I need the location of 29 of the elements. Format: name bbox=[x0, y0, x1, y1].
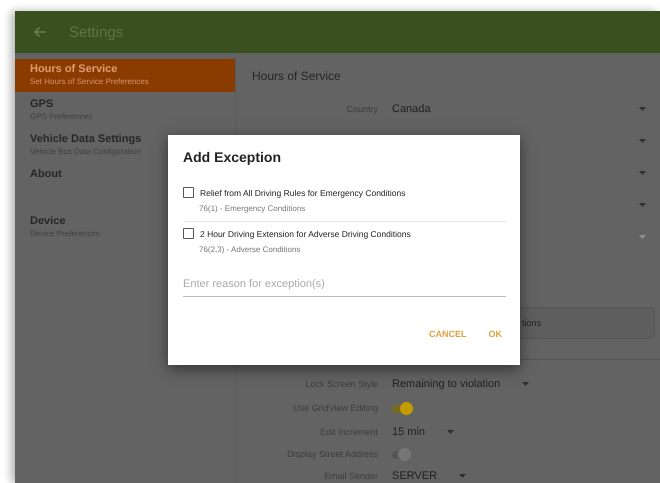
dropdown-caret-icon[interactable] bbox=[522, 382, 530, 386]
dropdown-caret-icon[interactable] bbox=[639, 139, 646, 143]
section-heading: Hours of Service bbox=[252, 69, 342, 83]
option-title: Relief from All Driving Rules for Emergency Conditions bbox=[200, 188, 406, 198]
setting-value[interactable]: Remaining to violation bbox=[392, 378, 500, 390]
sidebar-item-title: Device bbox=[30, 215, 66, 227]
dropdown-caret-icon[interactable] bbox=[459, 474, 466, 478]
option-subtitle: 76(2,3) - Adverse Conditions bbox=[199, 245, 302, 254]
option-subtitle: 76(1) - Emergency Conditions bbox=[199, 204, 306, 213]
sidebar-item[interactable]: Hours of Service Set Hours of Service Preferences bbox=[15, 59, 235, 92]
checkbox[interactable] bbox=[183, 187, 194, 198]
dropdown-caret-icon[interactable] bbox=[447, 430, 454, 434]
dropdown-caret-icon[interactable] bbox=[639, 171, 646, 175]
sidebar-item-title: Vehicle Data Settings bbox=[30, 133, 142, 145]
back-arrow-icon[interactable] bbox=[33, 26, 47, 38]
checkbox[interactable] bbox=[183, 228, 194, 239]
dialog-button[interactable]: CANCEL bbox=[425, 327, 470, 341]
dialog-button[interactable]: OK bbox=[484, 327, 506, 341]
sidebar-item-title: Hours of Service bbox=[30, 63, 118, 75]
dropdown-caret-icon[interactable] bbox=[639, 203, 646, 207]
setting-value[interactable]: SERVER bbox=[392, 470, 438, 482]
sidebar-item-title: GPS bbox=[30, 98, 54, 110]
dialog-title: Add Exception bbox=[183, 149, 282, 165]
setting-value[interactable]: Canada bbox=[392, 103, 431, 115]
dropdown-caret-icon[interactable] bbox=[639, 107, 646, 111]
toggle-switch[interactable] bbox=[392, 402, 414, 414]
setting-value[interactable]: 15 min bbox=[392, 426, 426, 438]
option-title: 2 Hour Driving Extension for Adverse Driving Conditions bbox=[200, 228, 411, 238]
sidebar-item-subtitle: Set Hours of Service Preferences bbox=[30, 77, 149, 86]
